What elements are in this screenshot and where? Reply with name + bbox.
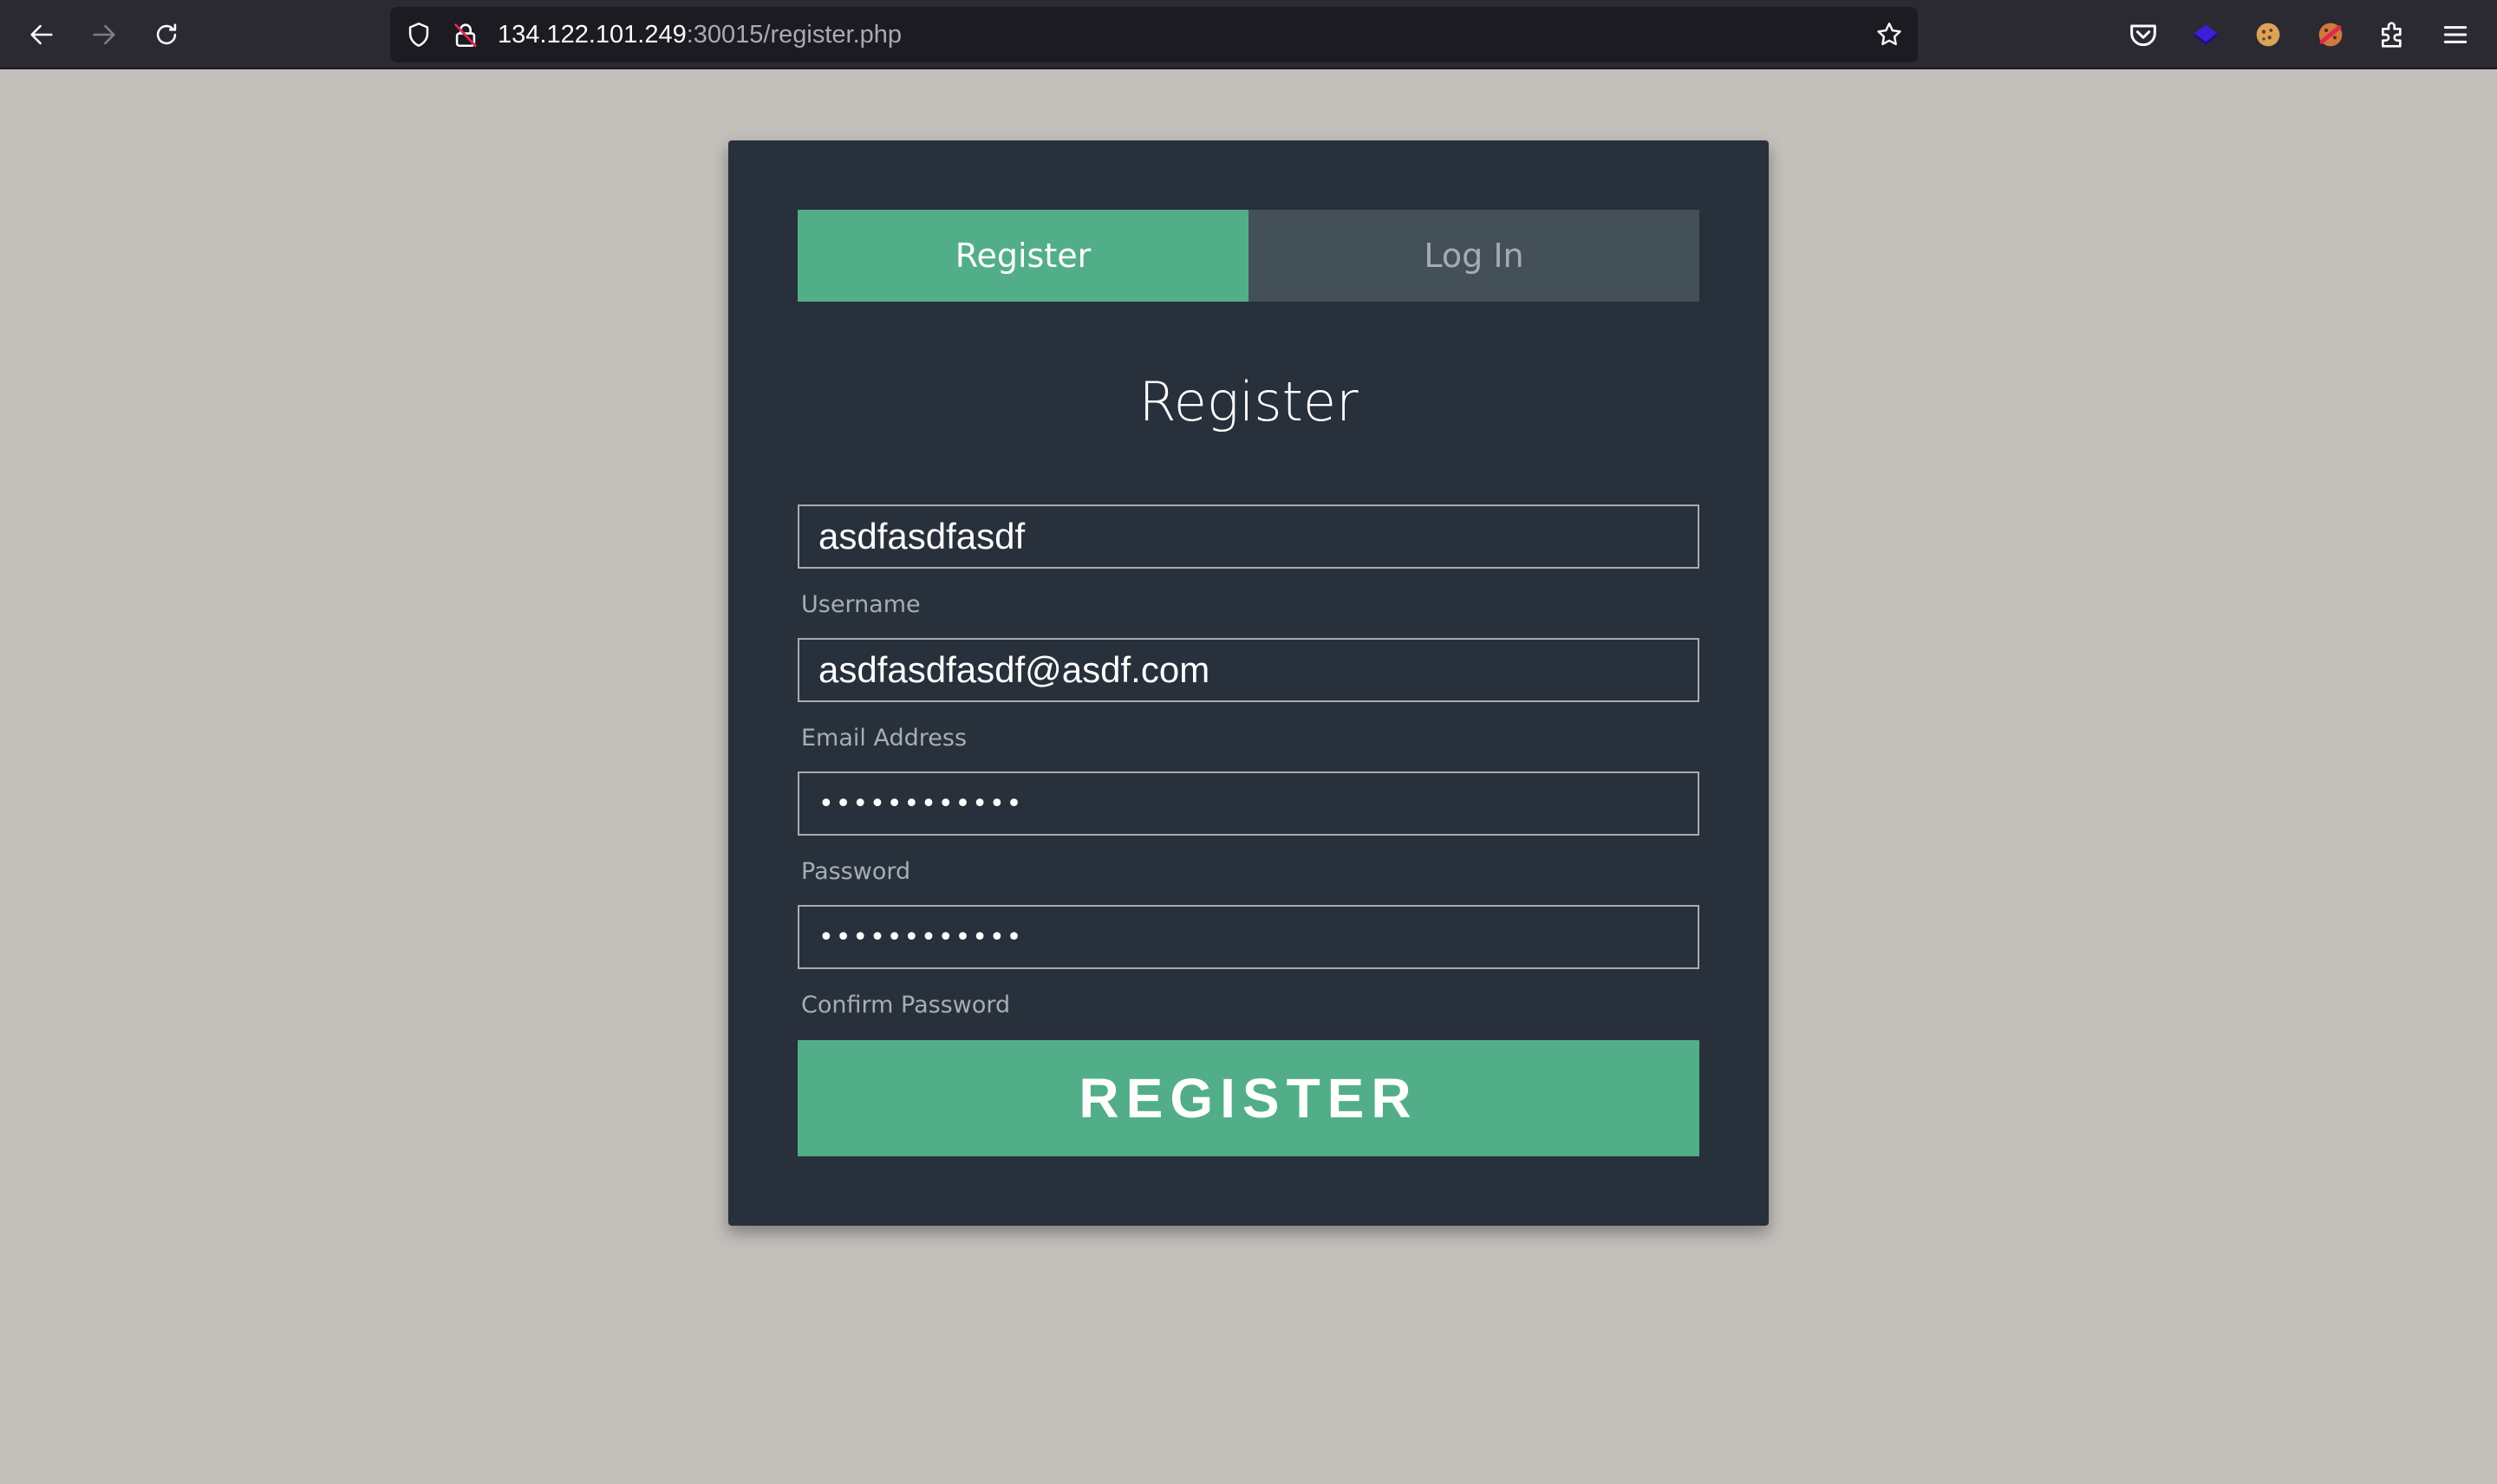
email-label: Email Address [801,725,968,752]
email-field[interactable] [798,638,1699,702]
register-submit-button[interactable]: REGISTER [798,1040,1699,1156]
shield-icon[interactable] [404,20,434,49]
hamburger-menu-icon[interactable] [2438,17,2473,52]
reload-button[interactable] [146,14,187,55]
cookie-editor-extension-icon[interactable] [2313,17,2348,52]
insecure-lock-icon[interactable] [451,20,480,49]
browser-toolbar: 134.122.101.249:30015/register.php [0,0,2497,69]
url-bar[interactable]: 134.122.101.249:30015/register.php [390,7,1918,62]
password-field[interactable] [798,771,1699,836]
forward-arrow-icon [93,24,115,45]
puzzle-icon[interactable] [2376,17,2410,52]
gem-extension-icon[interactable] [2188,17,2223,52]
pocket-icon[interactable] [2126,17,2161,52]
register-card: Register Log In Register Username Email … [728,140,1769,1226]
confirm-password-field[interactable] [798,905,1699,969]
back-button[interactable] [21,14,62,55]
cookie-extension-icon[interactable] [2251,17,2285,52]
auth-tabs: Register Log In [798,210,1699,302]
back-arrow-icon [30,24,53,45]
star-icon[interactable] [1874,20,1904,49]
username-label: Username [801,591,921,618]
confirm-password-label: Confirm Password [801,992,1011,1019]
tab-register[interactable]: Register [798,210,1248,302]
url-host: 134.122.101.249 [498,21,687,49]
reload-icon [156,23,177,45]
password-label: Password [801,858,911,885]
url-text[interactable]: 134.122.101.249:30015/register.php [498,7,902,62]
url-path: :30015/register.php [686,21,903,49]
username-field[interactable] [798,504,1699,569]
form-title: Register [1138,370,1359,433]
forward-button[interactable] [83,14,125,55]
tab-login[interactable]: Log In [1248,210,1699,302]
